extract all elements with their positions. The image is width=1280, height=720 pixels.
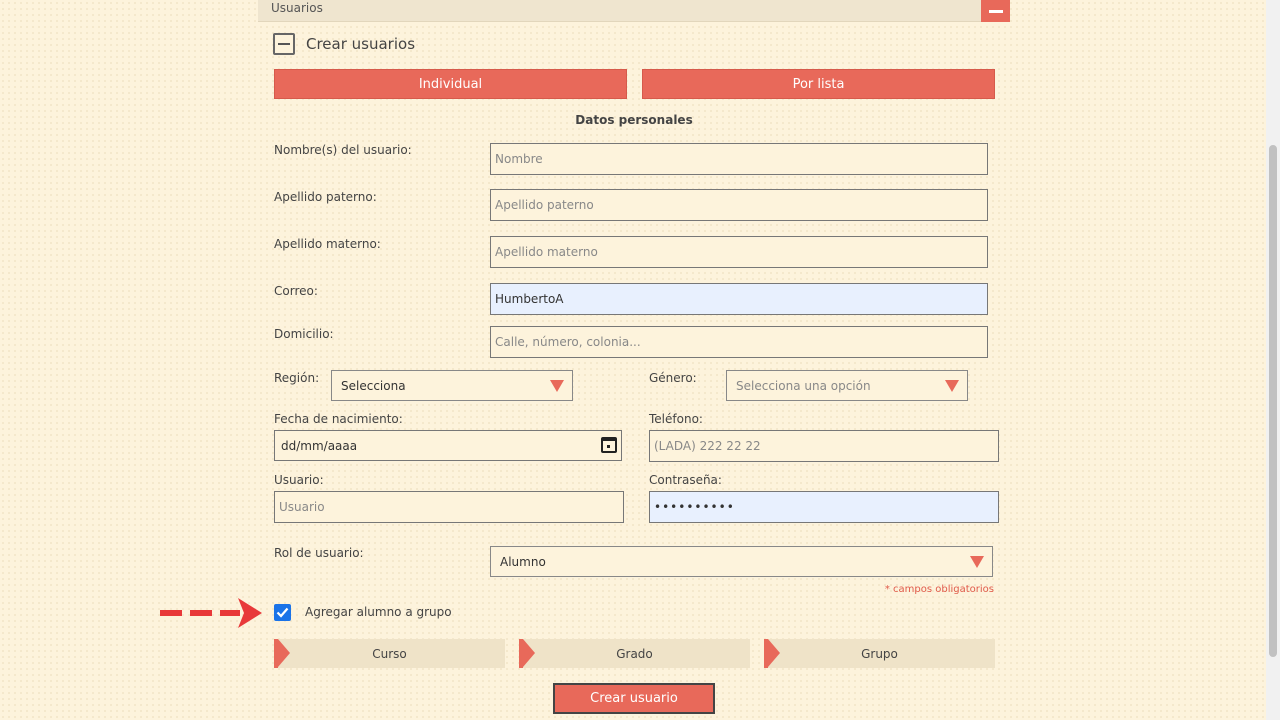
checkmark-icon xyxy=(276,607,289,618)
step-grupo-label: Grupo xyxy=(861,646,898,661)
apellido-paterno-label: Apellido paterno: xyxy=(274,190,377,204)
genero-label: Género: xyxy=(649,371,697,385)
form-subheading: Datos personales xyxy=(575,113,693,127)
rol-select[interactable]: Alumno xyxy=(490,546,993,577)
step-grado[interactable]: Grado xyxy=(519,639,750,668)
crear-usuario-button[interactable]: Crear usuario xyxy=(553,683,715,714)
apellido-materno-label: Apellido materno: xyxy=(274,237,381,251)
step-arrow-icon xyxy=(523,639,535,667)
fecha-nacimiento-input[interactable]: dd/mm/aaaa xyxy=(274,430,622,461)
nombre-label: Nombre(s) del usuario: xyxy=(274,143,412,157)
correo-label: Correo: xyxy=(274,284,318,298)
rol-label: Rol de usuario: xyxy=(274,546,364,560)
section-collapse-toggle[interactable] xyxy=(273,33,295,55)
section-title: Crear usuarios xyxy=(306,35,416,53)
apellido-materno-input[interactable] xyxy=(490,236,988,268)
step-curso[interactable]: Curso xyxy=(274,639,505,668)
genero-select[interactable]: Selecciona una opción xyxy=(726,370,968,401)
required-fields-note: * campos obligatorios xyxy=(884,584,994,595)
annotation-arrow-icon xyxy=(160,598,262,628)
panel-title: Usuarios xyxy=(271,1,323,15)
dropdown-arrow-icon xyxy=(970,556,984,568)
minus-icon xyxy=(988,9,1003,13)
nombre-input[interactable] xyxy=(490,143,988,175)
usuario-label: Usuario: xyxy=(274,473,324,487)
tab-por-lista[interactable]: Por lista xyxy=(642,69,995,99)
agregar-grupo-checkbox[interactable] xyxy=(274,604,291,621)
fecha-label: Fecha de nacimiento: xyxy=(274,412,403,426)
tab-individual[interactable]: Individual xyxy=(274,69,627,99)
apellido-paterno-input[interactable] xyxy=(490,189,988,221)
telefono-label: Teléfono: xyxy=(649,412,703,426)
region-selected-value: Selecciona xyxy=(341,378,406,393)
genero-selected-value: Selecciona una opción xyxy=(736,378,871,393)
step-curso-label: Curso xyxy=(372,646,407,661)
step-grado-label: Grado xyxy=(616,646,653,661)
page-scrollbar[interactable] xyxy=(1266,0,1280,720)
domicilio-input[interactable] xyxy=(490,326,988,358)
correo-input[interactable] xyxy=(490,283,988,315)
contrasena-label: Contraseña: xyxy=(649,473,722,487)
contrasena-input[interactable] xyxy=(649,491,999,523)
dropdown-arrow-icon xyxy=(550,380,564,392)
scrollbar-thumb[interactable] xyxy=(1269,145,1277,657)
agregar-grupo-label: Agregar alumno a grupo xyxy=(305,605,452,619)
step-grupo[interactable]: Grupo xyxy=(764,639,995,668)
dropdown-arrow-icon xyxy=(945,380,959,392)
rol-selected-value: Alumno xyxy=(500,554,546,569)
region-select[interactable]: Selecciona xyxy=(331,370,573,401)
panel-collapse-button[interactable] xyxy=(981,0,1010,22)
step-arrow-icon xyxy=(278,639,290,667)
telefono-input[interactable] xyxy=(649,430,999,462)
panel-header: Usuarios xyxy=(258,0,1010,22)
region-label: Región: xyxy=(274,371,320,385)
calendar-icon[interactable] xyxy=(601,437,617,453)
usuario-input[interactable] xyxy=(274,491,624,523)
fecha-value: dd/mm/aaaa xyxy=(281,438,358,453)
step-arrow-icon xyxy=(768,639,780,667)
minus-icon xyxy=(278,43,290,45)
domicilio-label: Domicilio: xyxy=(274,327,334,341)
